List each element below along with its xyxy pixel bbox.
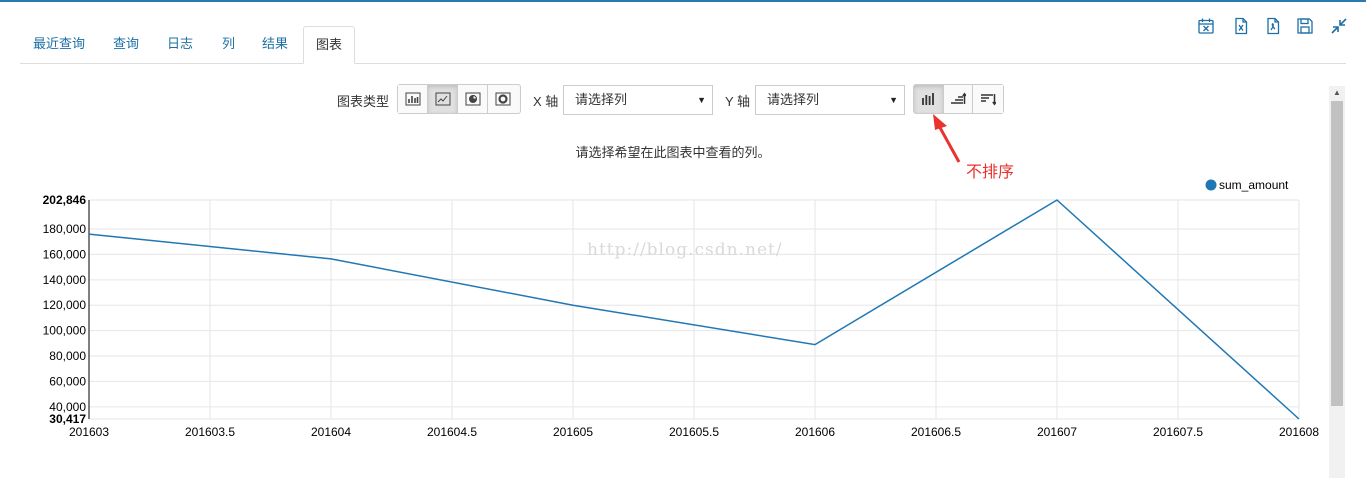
x-tick-label: 201605.5 <box>669 425 719 439</box>
y-tick-label: 60,000 <box>49 374 86 388</box>
tab-chart[interactable]: 图表 <box>303 26 355 64</box>
tab-columns[interactable]: 列 <box>222 26 235 63</box>
x-tick-label: 201606 <box>795 425 835 439</box>
y-tick-label: 80,000 <box>49 349 86 363</box>
y-tick-label: 180,000 <box>43 222 87 236</box>
x-tick-label: 201604.5 <box>427 425 477 439</box>
x-axis-select-value: 请选择列 <box>575 92 628 107</box>
pie-chart-icon <box>465 92 480 106</box>
chart-legend[interactable]: sum_amount <box>1205 178 1290 192</box>
collapse-icon[interactable] <box>1330 17 1348 35</box>
y-axis-select[interactable]: 请选择列 ▼ <box>755 85 905 115</box>
data-point <box>814 343 817 346</box>
line-chart-icon <box>435 92 450 106</box>
watermark: http://blog.csdn.net/ <box>587 240 783 260</box>
x-tick-label: 201603 <box>69 425 109 439</box>
scroll-up-arrow-icon[interactable]: ▲ <box>1329 86 1345 100</box>
pie-chart-button[interactable] <box>458 85 488 113</box>
no-sort-button[interactable] <box>914 85 944 113</box>
x-tick-label: 201603.5 <box>185 425 235 439</box>
sort-descending-icon <box>981 94 997 106</box>
data-point <box>1298 418 1301 421</box>
x-tick-label: 201604 <box>311 425 351 439</box>
y-tick-label: 100,000 <box>43 324 87 338</box>
top-accent-line <box>0 0 1366 2</box>
y-tick-label: 202,846 <box>43 193 87 207</box>
caret-down-icon: ▼ <box>889 95 898 105</box>
annotation-arrow-icon <box>933 114 961 163</box>
y-tick-label: 140,000 <box>43 273 87 287</box>
x-tick-label: 201607 <box>1037 425 1077 439</box>
data-point <box>1056 199 1059 202</box>
donut-chart-button[interactable] <box>488 85 518 113</box>
sort-ascending-icon <box>951 92 966 104</box>
bar-chart-icon <box>405 92 420 106</box>
calendar-x-icon[interactable] <box>1197 17 1215 35</box>
data-point <box>572 304 575 307</box>
chart-type-group <box>397 84 521 114</box>
chart-hint: 请选择希望在此图表中查看的列。 <box>575 145 771 160</box>
legend-label: sum_amount <box>1219 178 1289 192</box>
x-tick-label: 201607.5 <box>1153 425 1203 439</box>
x-axis: 201603 201603.5 201604 201604.5 201605 201605… <box>69 425 1319 439</box>
tab-query[interactable]: 查询 <box>113 26 139 63</box>
data-point <box>88 233 91 236</box>
sort-ascending-button[interactable] <box>943 85 974 113</box>
save-icon[interactable] <box>1296 17 1314 35</box>
chart-type-label: 图表类型 <box>337 94 390 109</box>
bars-icon <box>922 93 935 105</box>
y-tick-label: 120,000 <box>43 298 87 312</box>
x-axis-select[interactable]: 请选择列 ▼ <box>563 85 713 115</box>
vertical-scrollbar[interactable]: ▲ <box>1329 86 1345 478</box>
tab-recent-queries[interactable]: 最近查询 <box>33 26 85 63</box>
line-chart: 30,41740,000 60,000 80,000 100,000 120,000 14… <box>43 178 1320 439</box>
x-tick-label: 201605 <box>553 425 593 439</box>
line-chart-button[interactable] <box>428 85 458 113</box>
tab-bar: 最近查询 查询 日志 列 结果 图表 <box>20 26 1346 64</box>
data-point <box>330 257 333 260</box>
excel-export-icon[interactable] <box>1232 17 1250 35</box>
y-tick-label: 40,000 <box>49 400 86 414</box>
y-axis: 30,41740,000 60,000 80,000 100,000 120,000 14… <box>43 193 90 426</box>
tab-results[interactable]: 结果 <box>262 26 288 63</box>
pdf-export-icon[interactable] <box>1264 17 1282 35</box>
y-axis-select-value: 请选择列 <box>767 92 820 107</box>
legend-marker <box>1205 179 1217 191</box>
donut-chart-icon <box>495 92 511 106</box>
x-axis-label: X 轴 <box>533 94 559 109</box>
caret-down-icon: ▼ <box>697 95 706 105</box>
x-tick-label: 201608 <box>1279 425 1319 439</box>
y-axis-label: Y 轴 <box>725 94 751 109</box>
y-tick-label: 160,000 <box>43 247 87 261</box>
bar-chart-button[interactable] <box>398 85 428 113</box>
chart-grid <box>88 199 1300 420</box>
scroll-thumb[interactable] <box>1331 101 1343 406</box>
sort-descending-button[interactable] <box>973 85 1003 113</box>
tab-log[interactable]: 日志 <box>167 26 193 63</box>
y-tick-label: 30,417 <box>49 412 86 426</box>
x-tick-label: 201606.5 <box>911 425 961 439</box>
